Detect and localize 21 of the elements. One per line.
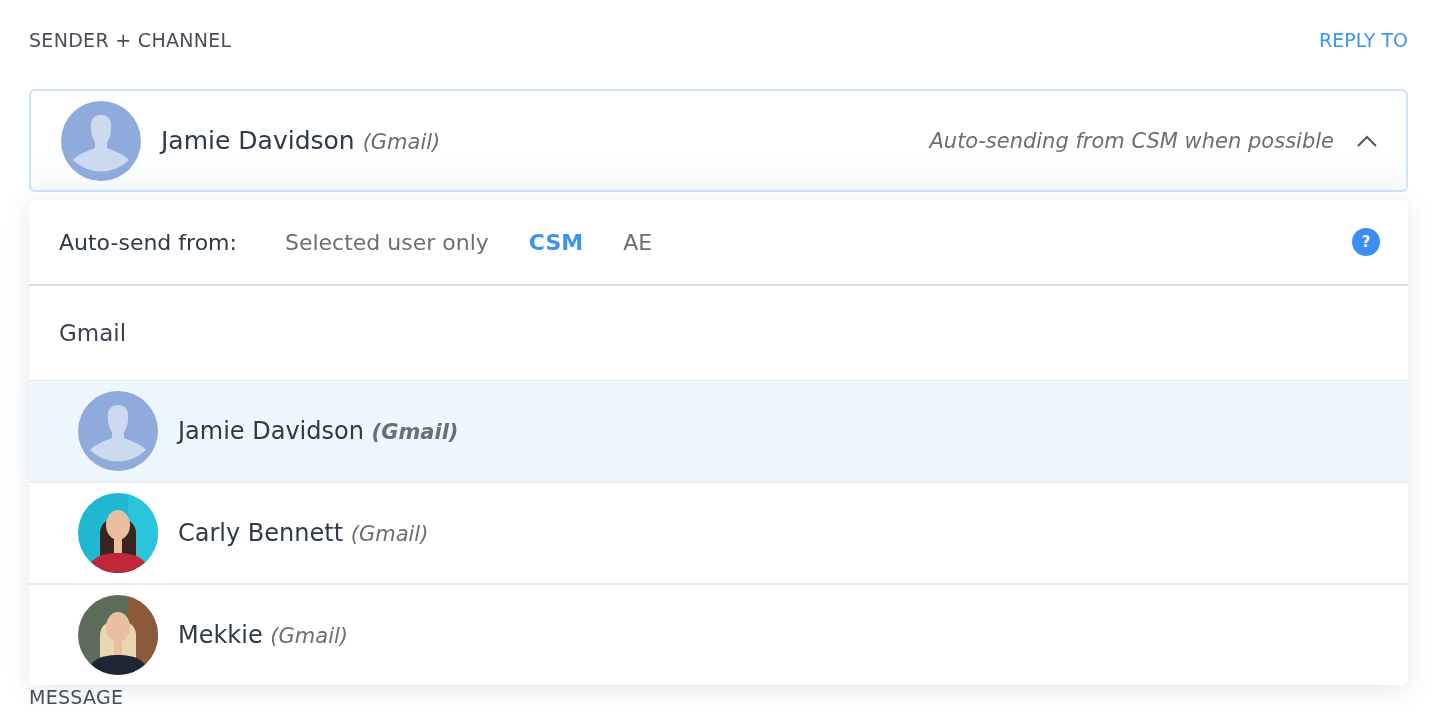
section-title: SENDER + CHANNEL <box>29 29 232 51</box>
sender-select[interactable]: Jamie Davidson (Gmail) Auto-sending from CSM when possible <box>29 89 1408 192</box>
auto-send-status: Auto-sending from CSM when possible <box>929 128 1334 153</box>
reply-to-link[interactable]: REPLY TO <box>1319 29 1408 51</box>
auto-send-option[interactable]: Selected user only <box>264 229 509 255</box>
avatar-icon <box>78 391 158 471</box>
group-label: Gmail <box>59 320 127 346</box>
auto-send-option[interactable]: CSM <box>508 229 604 255</box>
help-icon[interactable]: ? <box>1352 228 1380 256</box>
caret-icon[interactable] <box>1356 133 1378 148</box>
user-option[interactable]: Carly Bennett (Gmail) <box>29 483 1408 585</box>
user-name: Jamie Davidson (Gmail) <box>178 417 459 445</box>
user-option[interactable]: Jamie Davidson (Gmail) <box>29 381 1408 483</box>
section-title: MESSAGE <box>29 686 124 708</box>
sender-name: Jamie Davidson (Gmail) <box>161 126 441 155</box>
user-name: Carly Bennett (Gmail) <box>178 519 429 547</box>
auto-send-label: Auto-send from: <box>59 229 237 255</box>
user-name: Mekkie (Gmail) <box>178 621 348 649</box>
avatar-icon <box>61 100 141 181</box>
user-option[interactable]: Mekkie (Gmail) <box>29 585 1408 685</box>
auto-send-option[interactable]: AE <box>603 229 673 255</box>
